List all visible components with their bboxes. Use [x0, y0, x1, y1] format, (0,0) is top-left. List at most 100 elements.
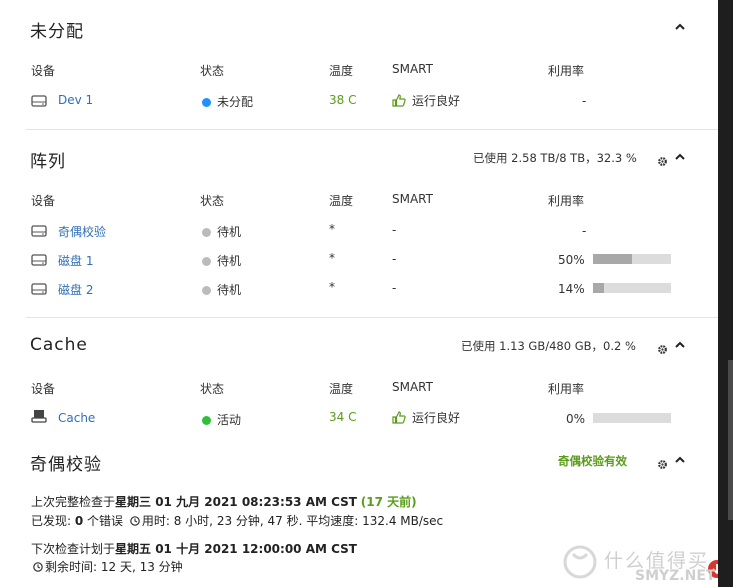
header-util: 利用率	[548, 194, 585, 208]
header-smart: SMART	[392, 380, 433, 394]
main-page: 未分配 设备 状态 温度 SMART 利用率 Dev 1 未分配 38 C 运行…	[0, 0, 718, 587]
smart-cell: -	[392, 223, 397, 237]
scrollbar-thumb[interactable]	[728, 360, 733, 520]
last-check-date: 星期三 01 九月 2021 08:23:53 AM CST	[115, 495, 357, 509]
hdd-icon	[31, 92, 47, 107]
status-cell: 待机	[202, 223, 241, 240]
util-bar	[593, 254, 671, 264]
watermark-sub: SMYZ.NET	[635, 568, 716, 584]
cache-usage: 已使用 1.13 GB/480 GB，0.2 %	[461, 339, 636, 353]
device-link-disk2[interactable]: 磁盘 2	[58, 281, 93, 298]
header-status: 状态	[200, 64, 225, 78]
header-temp: 温度	[329, 382, 354, 396]
util-bar	[593, 413, 671, 423]
util-cell: 50%	[558, 253, 585, 267]
device-link-cache[interactable]: Cache	[58, 411, 95, 425]
found-prefix: 已发现:	[31, 514, 75, 528]
thumbs-up-icon	[392, 411, 406, 424]
temp-cell: 38 C	[329, 93, 357, 107]
status-dot-icon	[202, 286, 211, 295]
section-divider	[26, 317, 718, 318]
smart-text: 运行良好	[412, 411, 461, 425]
scrollbar[interactable]	[718, 0, 733, 587]
smart-cell[interactable]: 运行良好	[392, 409, 460, 426]
hdd-icon	[31, 222, 47, 237]
header-device: 设备	[31, 194, 56, 208]
header-status: 状态	[200, 194, 225, 208]
ssd-icon	[31, 408, 47, 423]
thumbs-up-icon	[392, 94, 406, 107]
status-dot-icon	[202, 416, 211, 425]
cache-title: Cache	[30, 335, 88, 355]
smart-text: 运行良好	[412, 94, 461, 108]
unassigned-title: 未分配	[30, 22, 84, 42]
found-count: 0	[74, 514, 84, 528]
util-bar-fill	[593, 254, 632, 264]
collapse-chevron-icon[interactable]	[675, 23, 685, 32]
header-util: 利用率	[548, 64, 585, 78]
hdd-icon	[31, 280, 47, 295]
header-device: 设备	[31, 382, 56, 396]
found-suffix: 个错误	[83, 514, 124, 528]
last-check-prefix: 上次完整检查于	[31, 495, 116, 509]
smart-cell[interactable]: 运行良好	[392, 92, 460, 109]
util-bar-fill	[593, 283, 604, 293]
next-check-date: 星期五 01 十月 2021 12:00:00 AM CST	[115, 542, 357, 556]
smart-cell: -	[392, 281, 397, 295]
remaining-line: 剩余时间: 12 天, 13 分钟	[31, 558, 183, 575]
header-temp: 温度	[329, 194, 354, 208]
util-bar	[593, 283, 671, 293]
array-title: 阵列	[30, 152, 66, 172]
status-text: 活动	[217, 413, 242, 427]
next-check-line: 下次检查计划于星期五 01 十月 2021 12:00:00 AM CST	[31, 540, 357, 557]
clock-icon	[33, 561, 43, 572]
found-errors-line: 已发现: 0 个错误 用时: 8 小时, 23 分钟, 47 秒. 平均速度: …	[31, 512, 443, 529]
device-link-disk1[interactable]: 磁盘 1	[58, 252, 93, 269]
temp-cell: *	[329, 280, 335, 294]
last-check-ago: (17 天前)	[360, 495, 417, 509]
collapse-chevron-icon[interactable]	[675, 341, 685, 350]
header-smart: SMART	[392, 192, 433, 206]
section-divider	[26, 129, 718, 130]
status-cell: 待机	[202, 252, 241, 269]
header-smart: SMART	[392, 62, 433, 76]
status-cell: 活动	[202, 411, 241, 428]
watermark-logo: 什么值得买 SMYZ.NET	[560, 540, 730, 587]
array-usage: 已使用 2.58 TB/8 TB，32.3 %	[473, 151, 637, 165]
parity-title: 奇偶校验	[30, 455, 102, 475]
device-link-dev1[interactable]: Dev 1	[58, 93, 93, 107]
duration-prefix: 用时:	[141, 514, 174, 528]
status-text: 未分配	[217, 95, 254, 109]
status-dot-icon	[202, 98, 211, 107]
status-dot-icon	[202, 228, 211, 237]
parity-valid-status: 奇偶校验有效	[558, 454, 627, 468]
util-cell: 14%	[558, 282, 585, 296]
temp-cell: *	[329, 222, 335, 236]
duration-text: 8 小时, 23 分钟, 47 秒. 平均速度: 132.4 MB/sec	[173, 514, 444, 528]
gear-icon[interactable]	[657, 152, 668, 166]
gear-icon[interactable]	[657, 340, 668, 354]
temp-cell: *	[329, 251, 335, 265]
temp-cell: 34 C	[329, 410, 357, 424]
status-cell: 未分配	[202, 93, 253, 110]
status-text: 待机	[217, 283, 242, 297]
header-temp: 温度	[329, 64, 354, 78]
header-status: 状态	[200, 382, 225, 396]
collapse-chevron-icon[interactable]	[675, 153, 685, 162]
util-cell: -	[582, 224, 587, 238]
status-cell: 待机	[202, 281, 241, 298]
util-cell: -	[582, 94, 587, 108]
hdd-icon	[31, 251, 47, 266]
device-link-parity[interactable]: 奇偶校验	[58, 223, 106, 240]
collapse-chevron-icon[interactable]	[675, 456, 685, 465]
header-util: 利用率	[548, 382, 585, 396]
last-check-line: 上次完整检查于星期三 01 九月 2021 08:23:53 AM CST (1…	[31, 493, 417, 510]
clock-icon	[130, 515, 140, 526]
header-device: 设备	[31, 64, 56, 78]
gear-icon[interactable]	[657, 455, 668, 469]
smart-cell: -	[392, 252, 397, 266]
status-text: 待机	[217, 254, 242, 268]
status-dot-icon	[202, 257, 211, 266]
util-cell: 0%	[566, 412, 586, 426]
remaining-text: 剩余时间: 12 天, 13 分钟	[45, 560, 183, 574]
